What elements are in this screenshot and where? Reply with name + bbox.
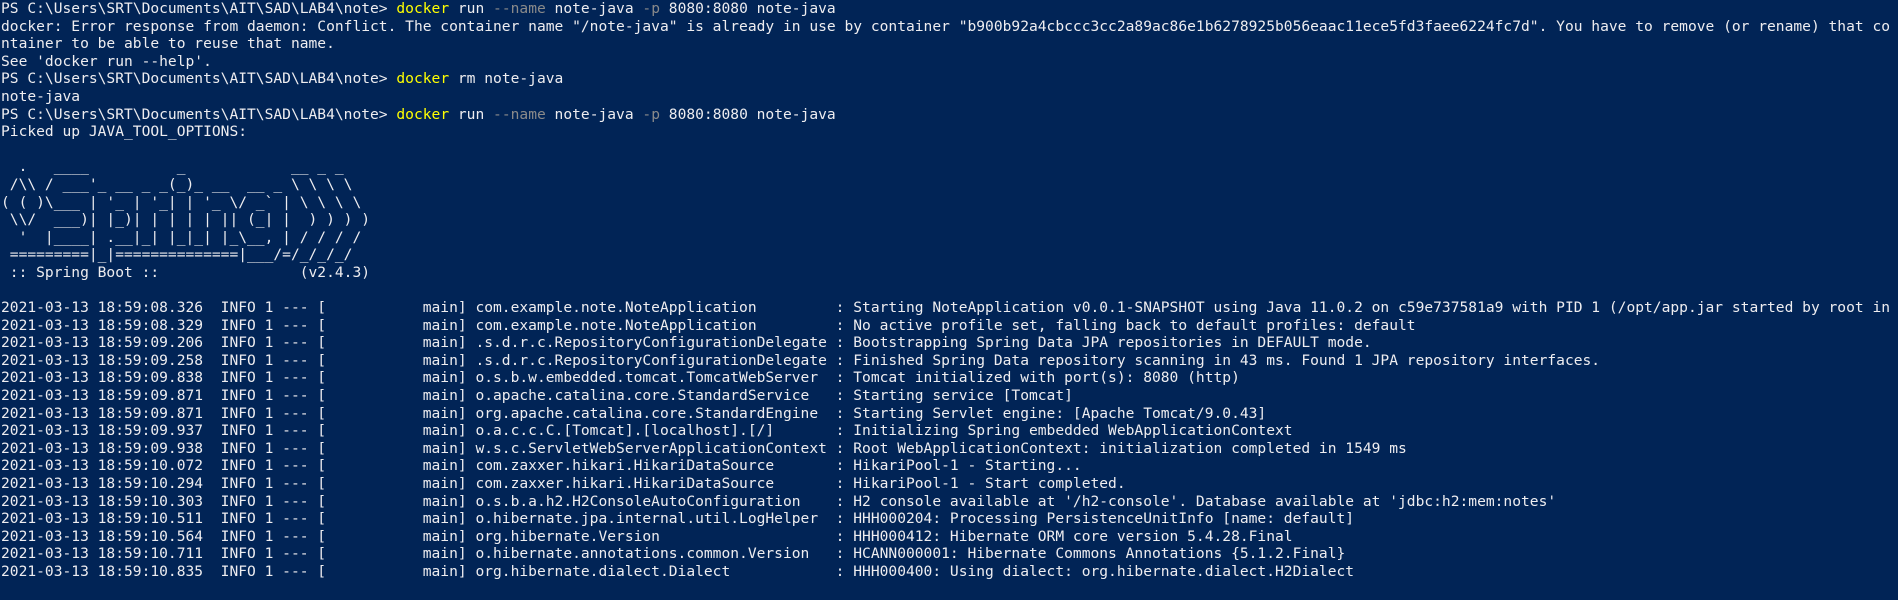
- command-parameter: --name: [493, 0, 546, 17]
- log-line: 2021-03-13 18:59:09.871 INFO 1 --- [ mai…: [1, 404, 1267, 422]
- log-line: 2021-03-13 18:59:10.303 INFO 1 --- [ mai…: [1, 492, 1557, 510]
- banner-line: . ____ _ __ _ _: [1, 158, 344, 176]
- command-text: note-java: [545, 0, 643, 17]
- log-line: 2021-03-13 18:59:09.838 INFO 1 --- [ mai…: [1, 369, 1240, 387]
- command-parameter: -p: [642, 105, 660, 123]
- powershell-terminal[interactable]: PS C:\Users\SRT\Documents\AIT\SAD\LAB4\n…: [0, 0, 1898, 600]
- log-line: 2021-03-13 18:59:10.072 INFO 1 --- [ mai…: [1, 457, 1082, 475]
- log-output: 2021-03-13 18:59:08.326 INFO 1 --- [ mai…: [1, 299, 1898, 581]
- banner-line: ' |____| .__|_| |_|_| |_\__, | / / / /: [1, 228, 362, 246]
- command-line-run-2: PS C:\Users\SRT\Documents\AIT\SAD\LAB4\n…: [1, 106, 1898, 124]
- command-text: 8080:8080 note-java: [660, 0, 836, 17]
- command-program: docker: [396, 0, 450, 17]
- log-line: 2021-03-13 18:59:09.938 INFO 1 --- [ mai…: [1, 439, 1407, 457]
- log-line: 2021-03-13 18:59:10.835 INFO 1 --- [ mai…: [1, 563, 1355, 580]
- rm-output: note-java: [1, 87, 81, 105]
- command-parameter: --name: [493, 105, 546, 123]
- log-line: 2021-03-13 18:59:09.258 INFO 1 --- [ mai…: [1, 351, 1601, 369]
- log-line: 2021-03-13 18:59:08.329 INFO 1 --- [ mai…: [1, 316, 1416, 334]
- prompt: PS C:\Users\SRT\Documents\AIT\SAD\LAB4\n…: [1, 0, 397, 17]
- log-line: 2021-03-13 18:59:10.564 INFO 1 --- [ mai…: [1, 527, 1293, 545]
- log-line: 2021-03-13 18:59:10.511 INFO 1 --- [ mai…: [1, 510, 1355, 528]
- log-line: 2021-03-13 18:59:10.711 INFO 1 --- [ mai…: [1, 545, 1346, 563]
- command-program: docker: [396, 70, 450, 88]
- log-line: 2021-03-13 18:59:10.294 INFO 1 --- [ mai…: [1, 475, 1126, 493]
- error-message: docker: Error response from daemon: Conf…: [1, 17, 1891, 53]
- command-line-rm: PS C:\Users\SRT\Documents\AIT\SAD\LAB4\n…: [1, 70, 1898, 88]
- log-line: 2021-03-13 18:59:08.326 INFO 1 --- [ mai…: [1, 299, 1898, 317]
- banner-line: [1, 282, 1898, 300]
- command-text: rm note-java: [449, 70, 564, 88]
- banner-line: ( ( )\___ | '_ | '_| | '_ \/ _` | \ \ \ …: [1, 193, 362, 211]
- prompt: PS C:\Users\SRT\Documents\AIT\SAD\LAB4\n…: [1, 105, 397, 123]
- help-hint: See 'docker run --help'.: [1, 52, 212, 70]
- spring-boot-banner: . ____ _ __ _ _ /\\ / ___'_ __ _ _(_)_ _…: [1, 141, 1898, 299]
- java-tool-options-line: Picked up JAVA_TOOL_OPTIONS:: [1, 123, 248, 141]
- prompt: PS C:\Users\SRT\Documents\AIT\SAD\LAB4\n…: [1, 70, 397, 88]
- banner-line: =========|_|==============|___/=/_/_/_/: [1, 246, 353, 264]
- command-parameter: -p: [642, 0, 660, 17]
- log-line: 2021-03-13 18:59:09.937 INFO 1 --- [ mai…: [1, 422, 1293, 440]
- command-text: run: [449, 0, 494, 17]
- command-text: 8080:8080 note-java: [660, 105, 836, 123]
- banner-line: [1, 141, 1898, 159]
- command-text: run: [449, 105, 494, 123]
- banner-line: \\/ ___)| |_)| | | | | || (_| | ) ) ) ): [1, 211, 371, 229]
- banner-line: /\\ / ___'_ __ _ _(_)_ __ __ _ \ \ \ \: [1, 175, 353, 193]
- log-line: 2021-03-13 18:59:09.206 INFO 1 --- [ mai…: [1, 334, 1372, 352]
- command-program: docker: [396, 105, 450, 123]
- log-line: 2021-03-13 18:59:09.871 INFO 1 --- [ mai…: [1, 387, 1073, 405]
- command-line-run-1: PS C:\Users\SRT\Documents\AIT\SAD\LAB4\n…: [1, 0, 1898, 18]
- banner-line: :: Spring Boot :: (v2.4.3): [1, 263, 371, 281]
- command-text: note-java: [545, 105, 643, 123]
